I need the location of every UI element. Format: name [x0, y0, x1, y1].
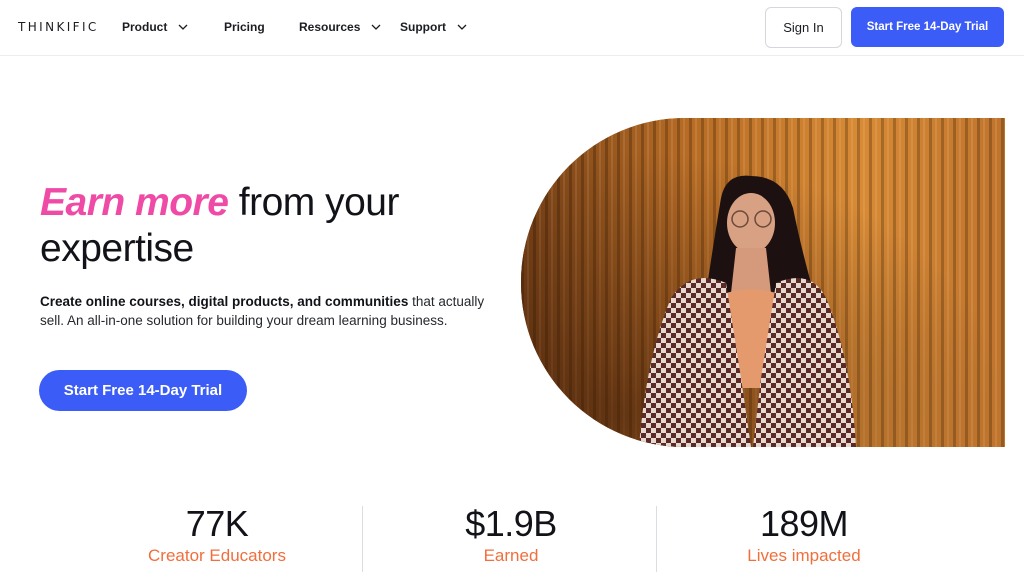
hero-subtitle: Create online courses, digital products,…	[40, 293, 490, 330]
headline-rest: from your	[238, 181, 400, 224]
headline-line2: expertise	[40, 227, 194, 270]
nav-item-label: Product	[122, 20, 168, 34]
nav-item-label: Pricing	[224, 20, 265, 34]
chevron-down-icon	[177, 21, 189, 33]
nav-item-pricing[interactable]: Pricing	[224, 20, 265, 34]
headline-accent: Earn more	[40, 181, 229, 224]
stat-value: 189M	[759, 503, 849, 544]
stat-value: 77K	[185, 503, 249, 544]
chevron-down-icon	[456, 21, 468, 33]
top-navigation: THINKIFIC Product Pricing Resources Supp…	[0, 0, 1024, 56]
stat-label: Earned	[483, 546, 539, 565]
start-trial-button-hero[interactable]: Start Free 14-Day Trial	[39, 370, 247, 411]
nav-item-support[interactable]: Support	[400, 20, 468, 34]
start-trial-button-nav[interactable]: Start Free 14-Day Trial	[851, 7, 1004, 47]
nav-item-resources[interactable]: Resources	[299, 20, 382, 34]
sign-in-button[interactable]: Sign In	[765, 7, 842, 48]
chevron-down-icon	[370, 21, 382, 33]
stat-lives: 189M Lives impacted	[679, 503, 929, 567]
nav-item-product[interactable]: Product	[122, 20, 189, 34]
hero-headline: Earn more from your expertise	[40, 180, 399, 272]
nav-item-label: Support	[400, 20, 446, 34]
stat-divider	[362, 506, 363, 572]
stat-earned: $1.9B Earned	[386, 503, 636, 567]
nav-item-label: Resources	[299, 20, 361, 34]
stat-label: Lives impacted	[747, 546, 861, 565]
hero-subtitle-bold: Create online courses, digital products,…	[40, 294, 409, 309]
hero-photo	[521, 118, 1005, 447]
stat-creators: 77K Creator Educators	[92, 503, 342, 567]
stat-value: $1.9B	[465, 503, 557, 544]
stat-divider	[656, 506, 657, 572]
stat-label: Creator Educators	[148, 546, 286, 565]
thinkific-logo[interactable]: THINKIFIC	[18, 20, 99, 34]
